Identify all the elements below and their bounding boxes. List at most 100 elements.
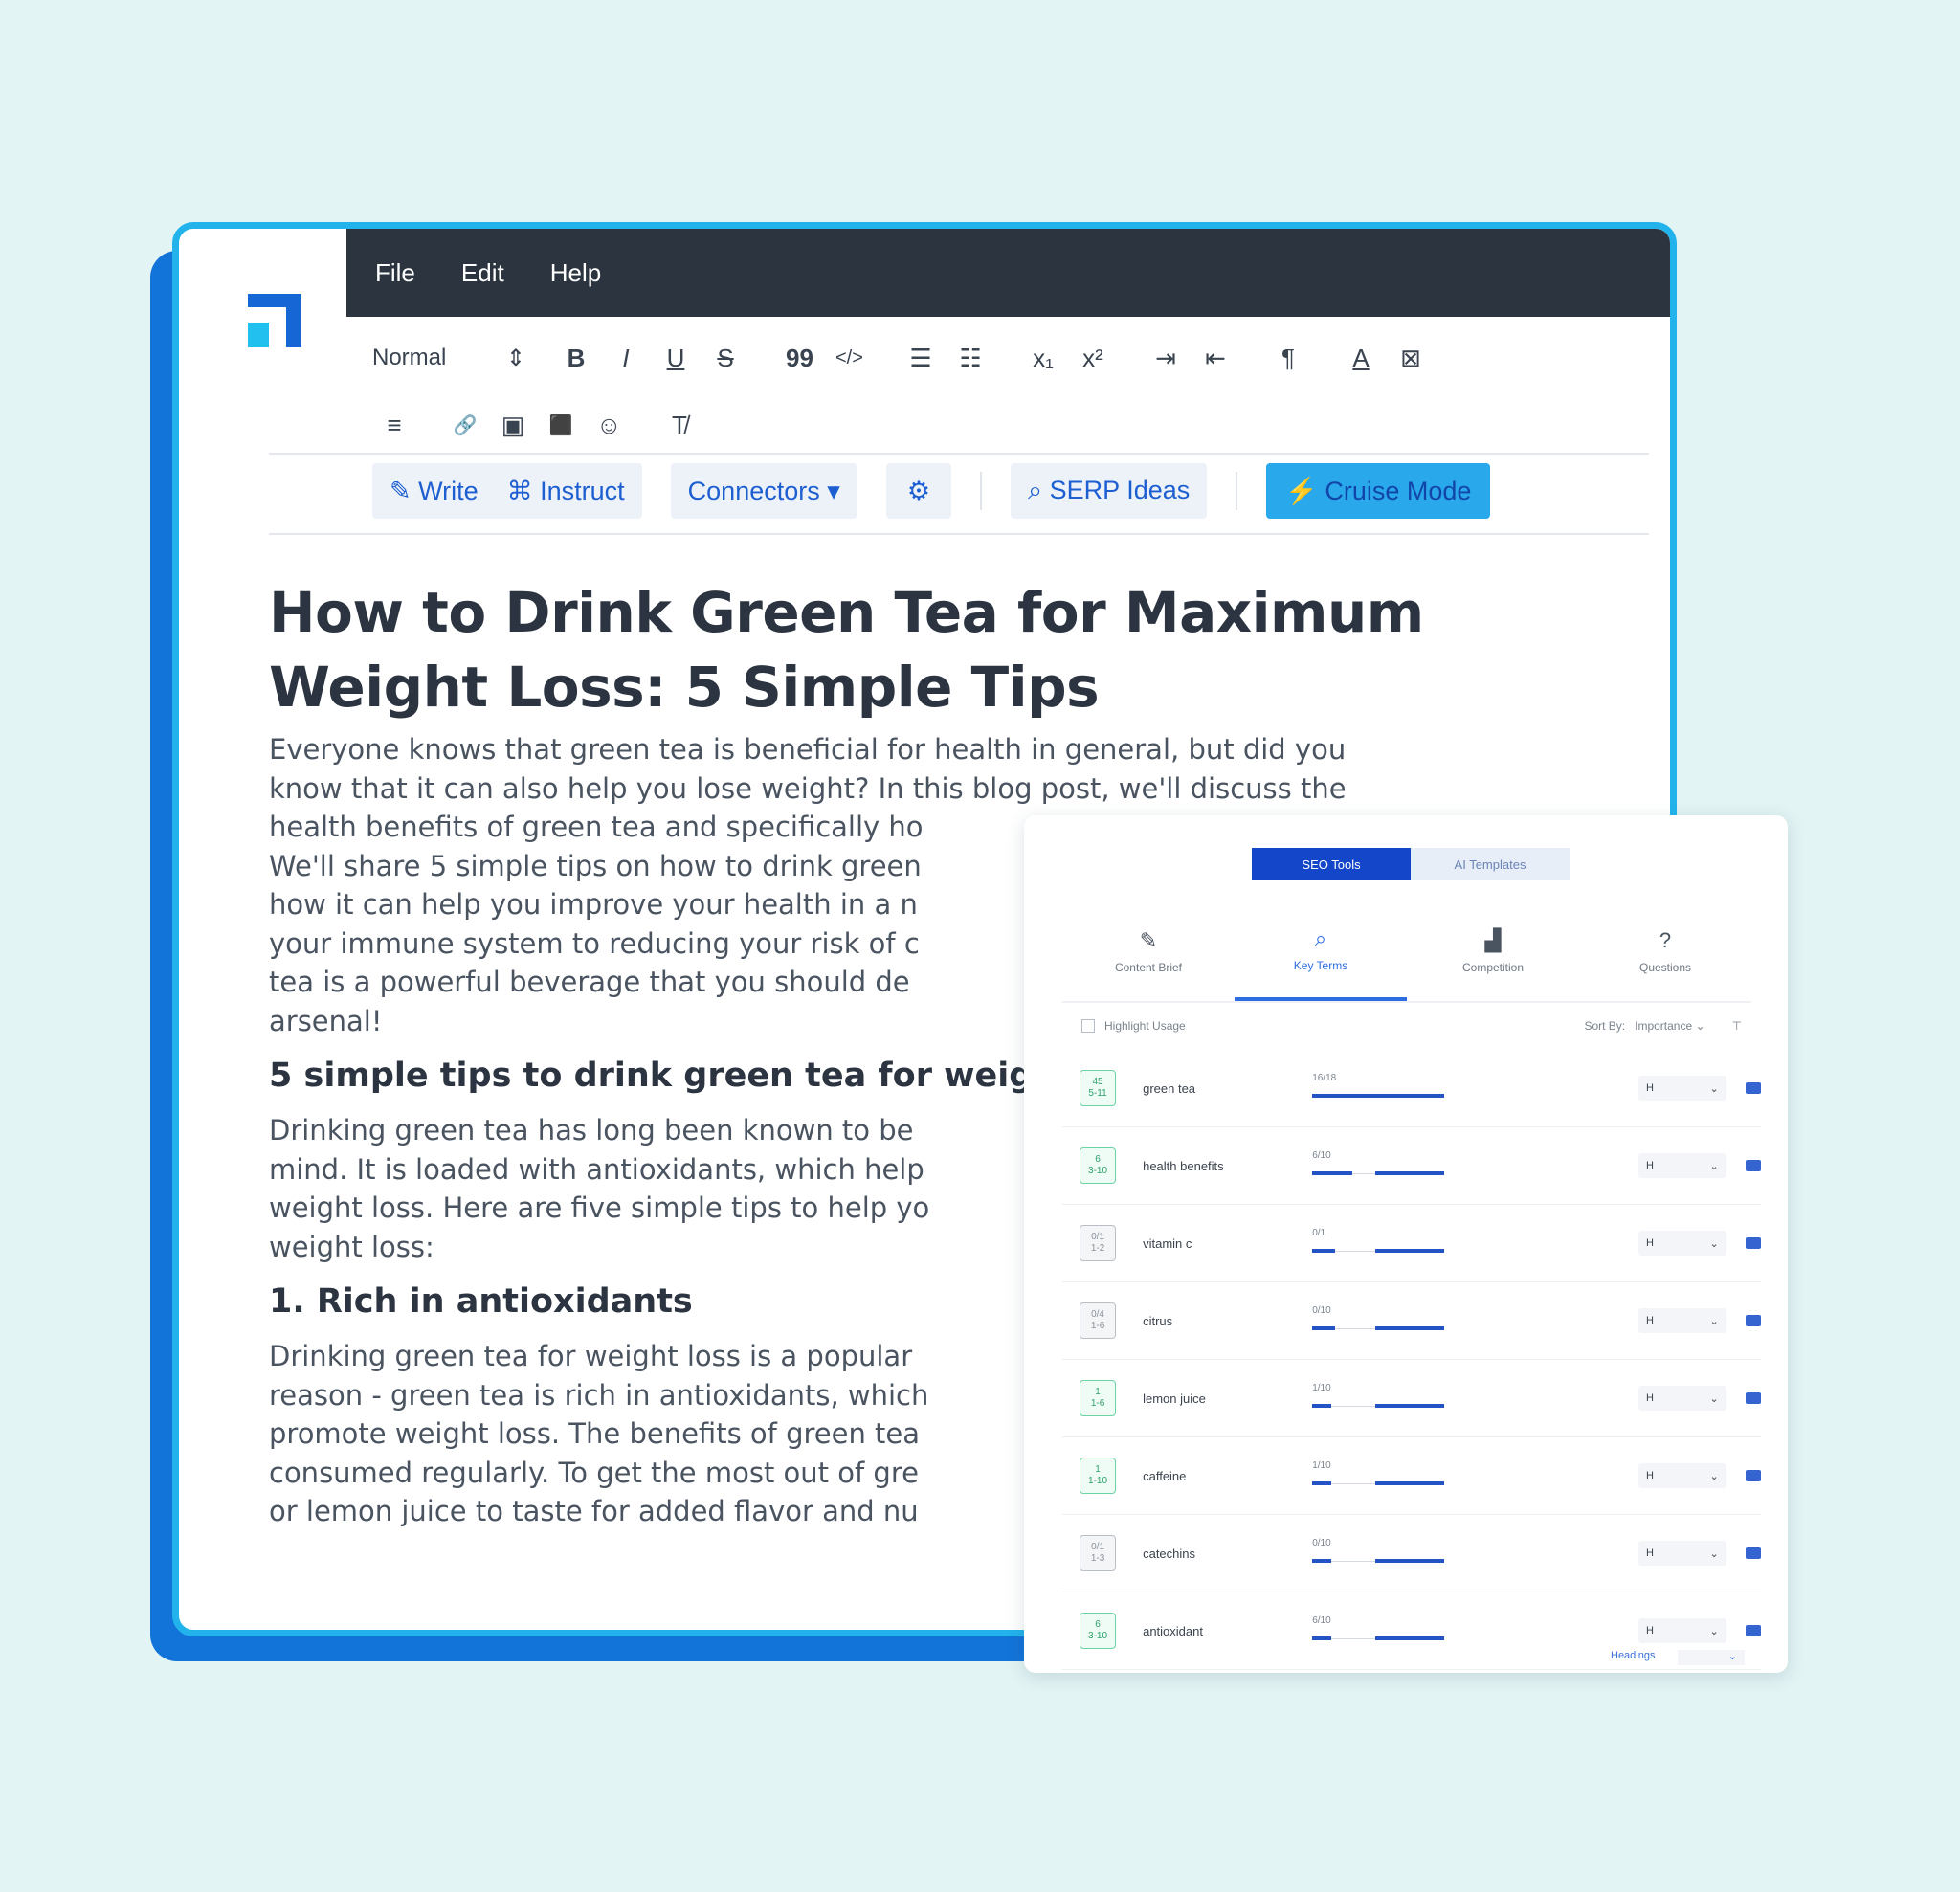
italic-icon[interactable]: I [613,344,638,373]
term-score-badge: 0/4 1-6 [1080,1302,1117,1339]
action-bar: ✎ Write ⌘ Instruct Connectors ▾ ⚙ ⌕ SERP… [372,462,1491,520]
key-term-row[interactable]: 1 1-10 caffeine 1/10 H ⌄ [1062,1437,1761,1515]
term-score-badge: 1 1-10 [1080,1458,1117,1494]
paragraph-style-select[interactable]: Normal ⇕ [372,345,525,372]
term-toggle[interactable] [1745,1470,1761,1481]
term-placement-select[interactable]: H ⌄ [1637,1386,1726,1411]
key-term-row[interactable]: 0/4 1-6 citrus 0/10 H ⌄ [1062,1282,1761,1360]
chevron-down-icon: ⌄ [1709,1160,1719,1172]
cruise-mode-button[interactable]: ⚡ Cruise Mode [1266,463,1491,519]
key-term-row[interactable]: 0/1 1-2 vitamin c 0/1 H ⌄ [1062,1205,1761,1282]
key-term-row[interactable]: 6 3-10 antioxidant 6/10 H ⌄ Headings ⌄ [1062,1592,1761,1670]
term-placement-select[interactable]: H ⌄ [1637,1463,1726,1488]
format-toolbar: Normal ⇕ B I U S 99 </> ☰ ☷ x₁ x² ⇥ ⇤ ¶ … [372,334,1448,382]
usage-target [1375,1636,1445,1640]
outdent-icon[interactable]: ⇤ [1203,344,1228,373]
text-direction-icon[interactable]: ¶ [1276,344,1301,373]
usage-target [1375,1404,1445,1408]
term-label: health benefits [1143,1158,1224,1173]
usage-fill [1312,1481,1332,1485]
tab-competition[interactable]: ▟ Competition [1407,901,1579,1001]
headings-select[interactable]: Headings ⌄ [1611,1650,1745,1665]
usage-target [1375,1481,1445,1485]
bullet-list-icon[interactable]: ☷ [958,344,983,373]
seo-tools-tab[interactable]: SEO Tools [1252,848,1411,880]
term-toggle[interactable] [1745,1625,1761,1636]
key-term-row[interactable]: 1 1-6 lemon juice 1/10 H ⌄ [1062,1360,1761,1437]
usage-fill [1312,1171,1352,1175]
key-term-row[interactable]: 0/1 1-3 catechins 0/10 H ⌄ [1062,1515,1761,1592]
tab-questions[interactable]: ? Questions [1579,901,1751,1001]
term-placement-select[interactable]: H ⌄ [1637,1231,1726,1256]
insert-toolbar: ≡ 🔗 ▣ ⬛ ☺ T̸ [382,401,715,449]
sort-label: Sort By: [1584,1019,1626,1033]
term-placement-select[interactable]: H ⌄ [1637,1076,1726,1101]
ai-templates-tab[interactable]: AI Templates [1411,848,1570,880]
ordered-list-icon[interactable]: ☰ [908,344,933,373]
term-placement-select[interactable]: H ⌄ [1637,1153,1726,1178]
instruct-button[interactable]: ⌘ Instruct [507,477,625,506]
menu-help[interactable]: Help [550,258,601,288]
term-placement-select[interactable]: H ⌄ [1637,1618,1726,1643]
subscript-icon[interactable]: x₁ [1031,344,1056,373]
key-term-row[interactable]: 45 5-11 green tea 16/18 H ⌄ [1062,1050,1761,1127]
term-usage-bar: 0/10 [1310,1302,1570,1340]
usage-target [1375,1171,1445,1175]
term-label: lemon juice [1143,1391,1206,1406]
chevron-down-icon: ⌄ [1709,1237,1719,1250]
key-term-row[interactable]: 6 3-10 health benefits 6/10 H ⌄ [1062,1127,1761,1205]
app-logo[interactable] [248,294,301,347]
menu-edit[interactable]: Edit [461,258,504,288]
clear-format-icon[interactable]: T̸ [667,411,692,440]
highlight-usage-label: Highlight Usage [1104,1019,1186,1033]
term-toggle[interactable] [1745,1082,1761,1094]
chevron-down-icon: ⌄ [1709,1625,1719,1637]
emoji-icon[interactable]: ☺ [596,411,622,440]
term-placement-select[interactable]: H ⌄ [1637,1541,1726,1566]
video-icon[interactable]: ⬛ [548,413,573,437]
filter-icon[interactable]: ⊤ [1732,1019,1742,1033]
font-color-icon[interactable]: A [1348,344,1373,373]
usage-fill [1312,1249,1336,1253]
chevron-down-icon: ⌄ [1709,1315,1719,1327]
term-label: caffeine [1143,1468,1187,1483]
usage-fill [1312,1559,1332,1563]
menu-file[interactable]: File [375,258,415,288]
bold-icon[interactable]: B [564,344,589,373]
strikethrough-icon[interactable]: S [713,344,738,373]
key-terms-icon: ⌕ [1314,926,1327,950]
term-toggle[interactable] [1745,1237,1761,1249]
indent-icon[interactable]: ⇥ [1153,344,1178,373]
align-icon[interactable]: ≡ [382,411,407,440]
sort-select[interactable]: Importance ⌄ [1635,1019,1704,1033]
tab-key-terms[interactable]: ⌕ Key Terms [1235,901,1407,1001]
write-button[interactable]: ✎ Write [390,477,479,506]
term-usage-bar: 1/10 [1310,1379,1570,1417]
term-usage-count: 6/10 [1312,1615,1331,1626]
tab-content-brief[interactable]: ✎ Content Brief [1062,901,1235,1001]
image-icon[interactable]: ▣ [501,411,525,440]
term-score-badge: 45 5-11 [1080,1070,1117,1106]
term-usage-count: 1/10 [1312,1460,1331,1471]
highlight-color-icon[interactable]: ⊠ [1398,344,1423,373]
term-toggle[interactable] [1745,1315,1761,1326]
quote-icon[interactable]: 99 [786,344,813,373]
term-label: citrus [1143,1313,1173,1328]
term-toggle[interactable] [1745,1392,1761,1404]
term-placement-select[interactable]: H ⌄ [1637,1308,1726,1333]
usage-target [1375,1249,1445,1253]
underline-icon[interactable]: U [663,344,688,373]
term-usage-bar: 16/18 [1310,1069,1570,1107]
term-toggle[interactable] [1745,1160,1761,1171]
term-usage-bar: 0/10 [1310,1534,1570,1572]
term-usage-count: 0/1 [1312,1228,1326,1238]
superscript-icon[interactable]: x² [1080,344,1105,373]
settings-gear-icon[interactable]: ⚙ [885,463,952,519]
term-usage-count: 16/18 [1312,1073,1337,1083]
highlight-usage-checkbox[interactable] [1081,1019,1095,1033]
connectors-dropdown[interactable]: Connectors ▾ [670,463,858,519]
link-icon[interactable]: 🔗 [453,413,478,437]
serp-ideas-button[interactable]: ⌕ SERP Ideas [1011,463,1208,519]
term-toggle[interactable] [1745,1547,1761,1559]
code-icon[interactable]: </> [835,347,863,369]
